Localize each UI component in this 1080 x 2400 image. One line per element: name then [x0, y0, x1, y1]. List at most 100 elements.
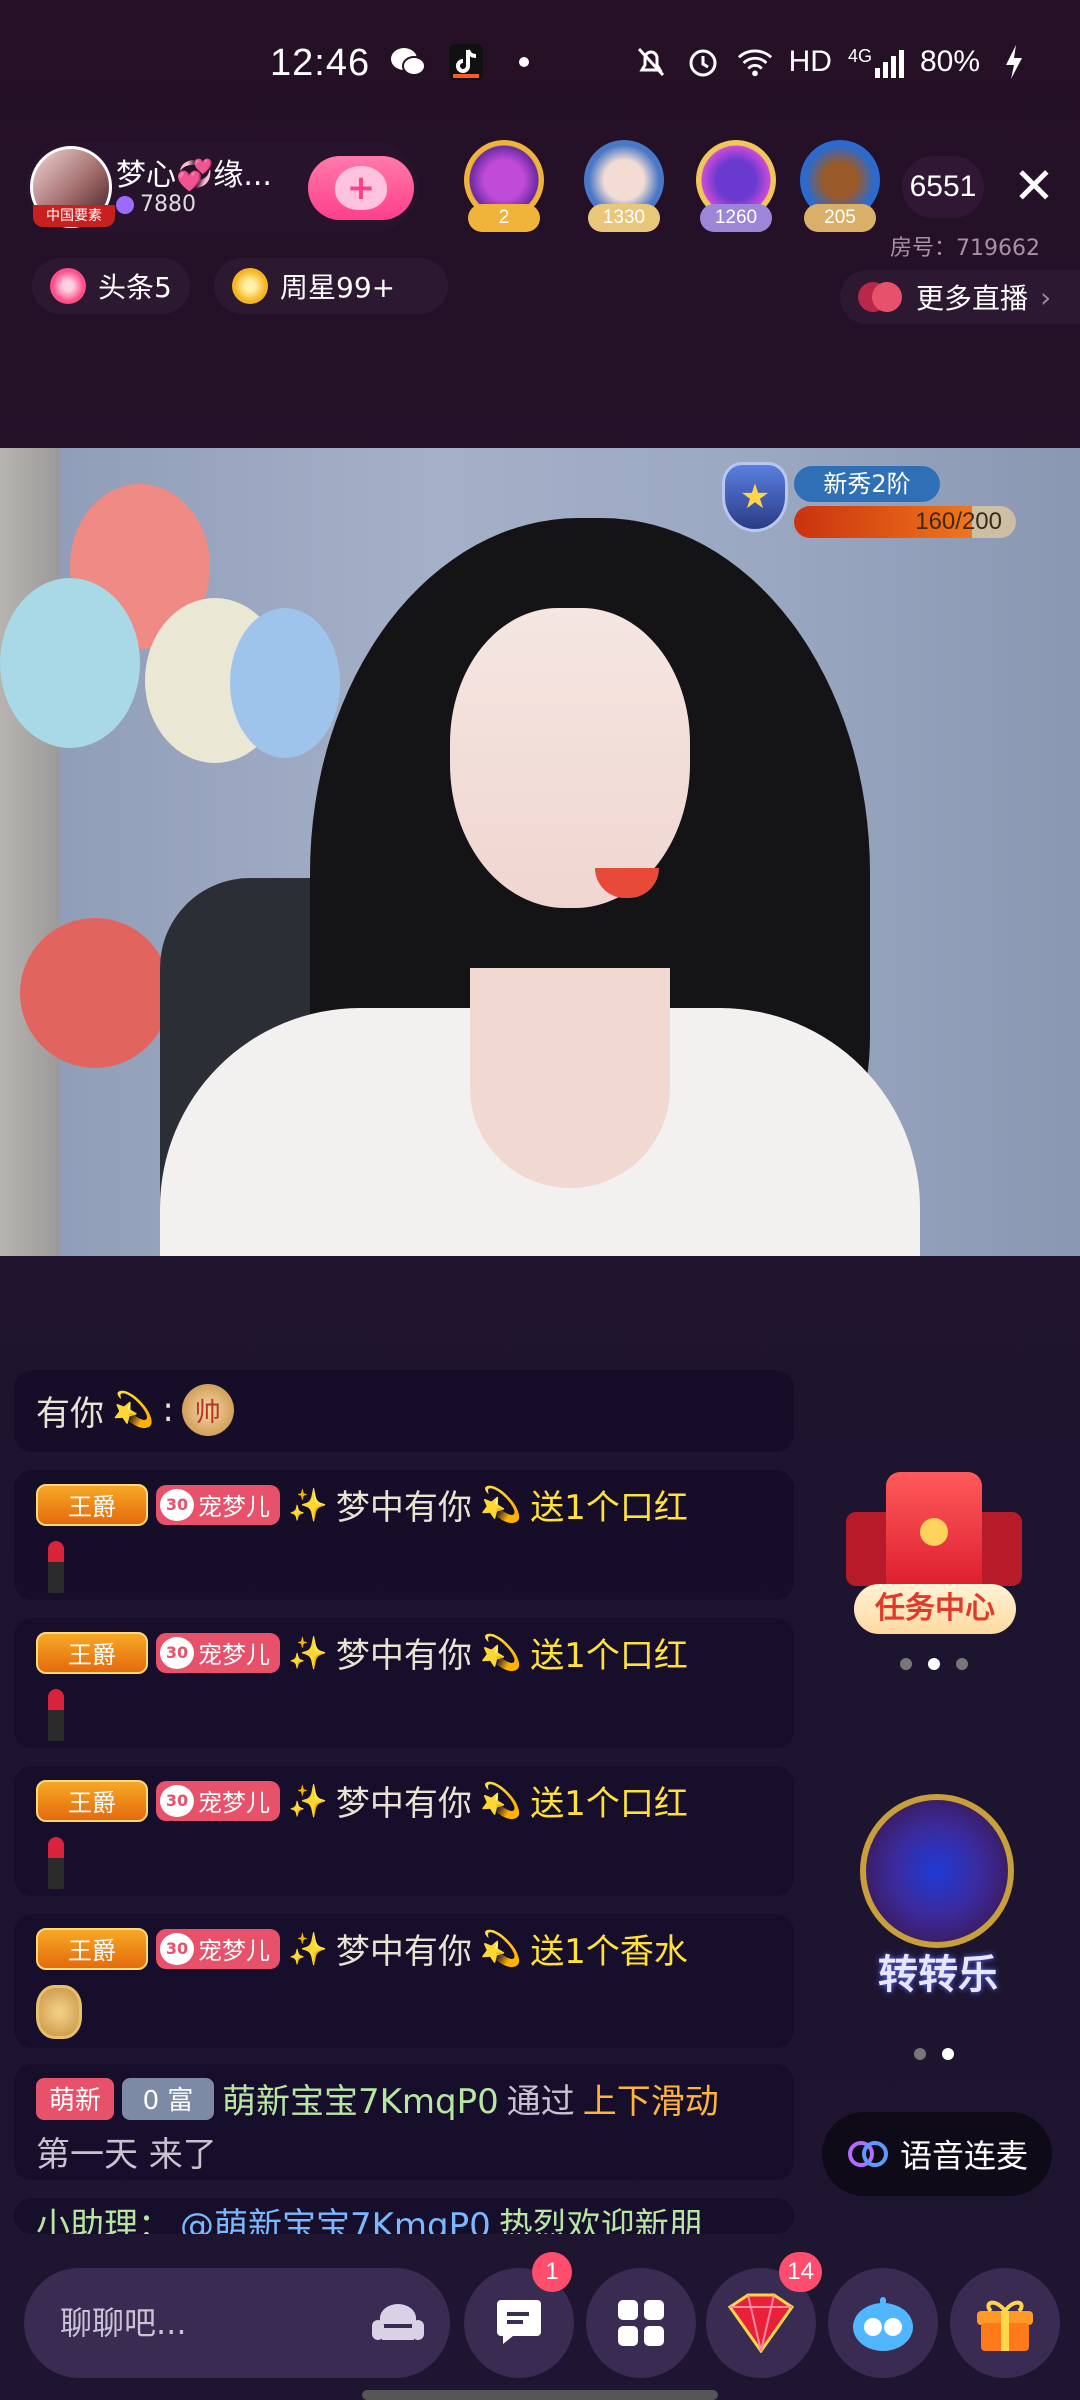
tiktok-icon: [448, 44, 484, 80]
fan-badge: 30 宠梦儿: [156, 1632, 280, 1673]
task-pager[interactable]: [900, 1658, 968, 1670]
fire-icon: [50, 268, 86, 304]
pager-dot: [900, 1658, 912, 1670]
chat-message: 有你 💫 : 帅: [14, 1370, 794, 1452]
host-avatar[interactable]: 中国要素: [30, 146, 115, 228]
home-indicator[interactable]: [362, 2390, 718, 2400]
apps-button[interactable]: [586, 2268, 696, 2378]
top-viewer-2[interactable]: 1330: [580, 140, 668, 236]
level-shield-icon: ★: [722, 462, 788, 532]
viewer-badge: 2: [468, 204, 540, 232]
coin-icon: [920, 1518, 948, 1546]
anchor-level[interactable]: ★ 新秀2阶 160/200: [722, 462, 1022, 542]
chat-username[interactable]: 有你: [36, 1386, 104, 1435]
network-label: 4G: [847, 46, 872, 66]
rich-badge: 0 富: [122, 2077, 214, 2120]
assistant-prefix: 小助理：: [36, 2206, 172, 2234]
gift-action: 送1个口红: [530, 1784, 688, 1824]
gift-message: 王爵 30 宠梦儿 ✨ 梦中有你 💫 送1个香水: [14, 1914, 794, 2048]
chat-input[interactable]: 聊聊吧...: [24, 2268, 450, 2378]
emoji-badge-icon: 帅: [181, 1384, 234, 1436]
lipstick-icon: [36, 1685, 78, 1743]
sparkle-icon: ✨: [288, 1485, 328, 1524]
level-name: 新秀2阶: [794, 466, 940, 502]
sofa-icon[interactable]: [370, 2298, 426, 2348]
alarm-icon: [685, 44, 721, 80]
entry-method: 上下滑动: [582, 2082, 719, 2122]
ruby-button[interactable]: 14: [706, 2252, 822, 2378]
headline-chip[interactable]: 头条5: [32, 258, 190, 314]
close-icon[interactable]: ✕: [1008, 160, 1060, 212]
task-center[interactable]: 任务中心: [842, 1466, 1024, 1646]
hd-label: HD: [788, 45, 832, 78]
voice-link-button[interactable]: 语音连麦: [822, 2112, 1052, 2196]
top-viewer-4[interactable]: 205: [796, 140, 884, 236]
room-number: 房号：719662: [890, 236, 1040, 261]
neck: [470, 968, 670, 1188]
balloon: [20, 918, 170, 1068]
gift-message: 王爵 30 宠梦儿 ✨ 梦中有你 💫 送1个口红: [14, 1618, 794, 1748]
chat-username[interactable]: 梦中有你: [336, 1480, 472, 1529]
wheel-game[interactable]: 转转乐: [848, 1790, 1028, 2010]
fan-name: 宠梦儿: [198, 1937, 270, 1965]
sparkle-icon: 💫: [479, 1780, 523, 1821]
pager-dot: [956, 1658, 968, 1670]
ruby-icon: [727, 2293, 795, 2353]
host-fans: 7880: [116, 192, 196, 217]
online-count[interactable]: 6551: [902, 156, 984, 218]
assistant-mention[interactable]: @萌新宝宝7KmqP0: [180, 2198, 491, 2234]
message-icon: [497, 2300, 541, 2344]
chat-username[interactable]: 梦中有你: [336, 1776, 472, 1825]
message-button[interactable]: 1: [464, 2252, 574, 2378]
top-viewer-3[interactable]: 1260: [692, 140, 780, 236]
star-icon: [232, 268, 268, 304]
fan-badge: 30 宠梦儿: [156, 1780, 280, 1821]
wechat-icon: [390, 44, 426, 80]
live-dots-icon: [858, 282, 904, 312]
rank-badge: 王爵: [36, 1483, 148, 1526]
lipstick-icon: [36, 1833, 78, 1891]
top-viewer-1[interactable]: 2: [460, 140, 548, 236]
weekly-star-chip[interactable]: 周星99+: [214, 258, 448, 314]
fan-level: 30: [160, 1636, 194, 1669]
apps-icon: [618, 2300, 664, 2346]
live-video[interactable]: [0, 448, 1080, 1256]
avatar-tag: 中国要素: [33, 205, 115, 227]
follow-button[interactable]: +: [308, 156, 414, 220]
viewer-badge: 1260: [700, 204, 772, 232]
heart-plus-icon: +: [335, 166, 387, 210]
chat-username[interactable]: 萌新宝宝7KmqP0: [222, 2074, 499, 2123]
wheel-pager[interactable]: [914, 2048, 954, 2060]
more-live-button[interactable]: 更多直播 ›: [840, 270, 1080, 324]
sparkle-icon: 💫: [479, 1632, 523, 1673]
sparkle-icon: 💫: [479, 1928, 523, 1969]
mute-icon: [633, 44, 669, 80]
gift-action: 送1个口红: [530, 1636, 688, 1676]
gift-icon: [977, 2300, 1033, 2351]
weekly-star-label: 周星99+: [280, 271, 396, 304]
fan-name: 宠梦儿: [198, 1789, 270, 1817]
entry-via: 通过: [506, 2082, 575, 2122]
sparkle-icon: ✨: [288, 1633, 328, 1672]
balloon: [0, 578, 140, 748]
link-icon: [847, 2141, 888, 2167]
gift-action: 送1个香水: [530, 1932, 688, 1972]
game-button[interactable]: [828, 2268, 938, 2378]
host-name: 梦心💞缘...: [116, 158, 272, 193]
sparkle-icon: 💫: [479, 1484, 523, 1525]
voice-link-label: 语音连麦: [899, 2137, 1028, 2175]
fan-level: 30: [160, 1488, 194, 1521]
game-icon: [853, 2297, 913, 2351]
chat-username[interactable]: 梦中有你: [336, 1628, 472, 1677]
wheel-label: 转转乐: [878, 1952, 998, 1998]
viewer-badge: 205: [804, 204, 876, 232]
gift-button[interactable]: [950, 2268, 1060, 2378]
wheel-orb-icon: [860, 1794, 1014, 1948]
chat-username[interactable]: 梦中有你: [336, 1924, 472, 1973]
battery-icon: [996, 44, 1032, 80]
sparkle-icon: 💫: [112, 1390, 155, 1430]
perfume-icon: [36, 1981, 82, 2039]
rank-badge: 王爵: [36, 1927, 148, 1970]
chat-separator: :: [162, 1390, 174, 1430]
face: [450, 608, 690, 908]
